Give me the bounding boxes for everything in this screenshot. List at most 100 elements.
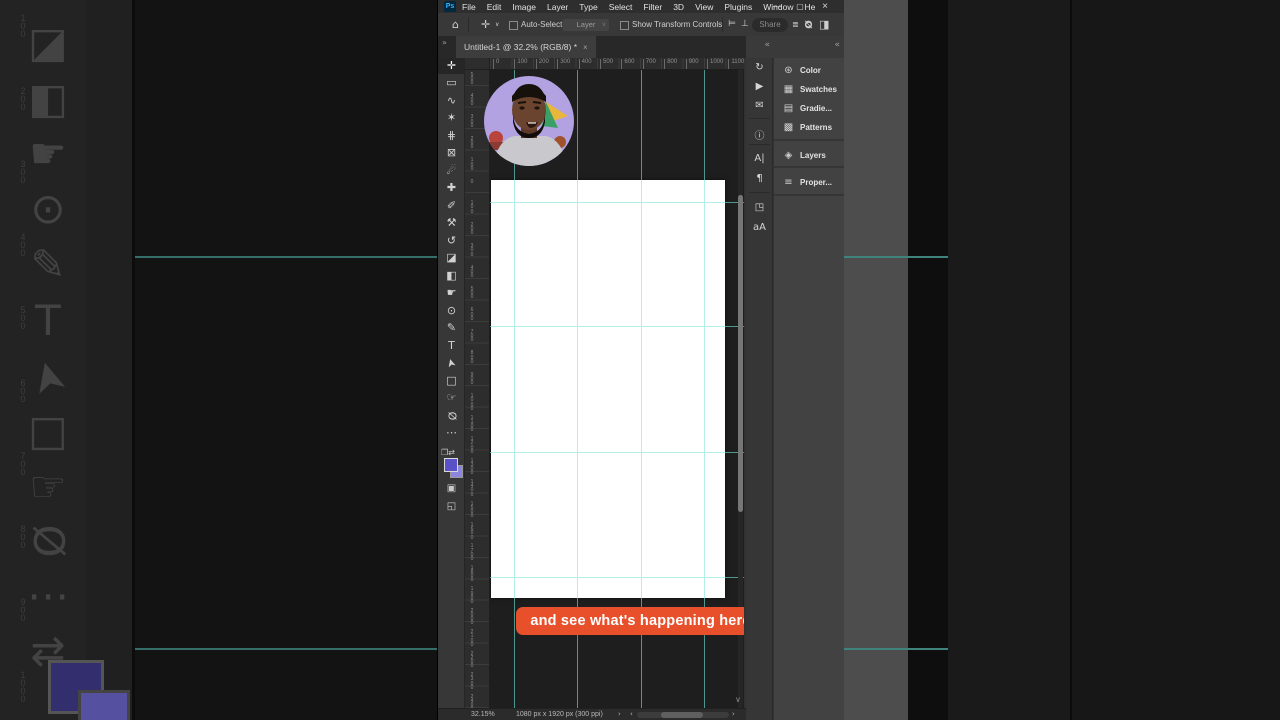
divider <box>749 144 770 145</box>
path-selection-tool[interactable]: ➤ <box>438 355 465 371</box>
status-expand-icon[interactable]: › <box>618 709 621 720</box>
minimize-button[interactable]: — <box>770 0 784 13</box>
swap-colors-icon[interactable]: ❒⇄ <box>441 448 455 457</box>
info-icon[interactable]: ⓘ <box>746 127 773 142</box>
h-ruler-label: 500 <box>600 59 613 69</box>
eyedropper-tool-icon: ☄ <box>446 163 457 177</box>
lasso-tool[interactable]: ∿ <box>438 93 465 109</box>
screen-mode-icon[interactable]: ◱ <box>438 501 465 512</box>
h-ruler-label: 1000 <box>707 59 723 69</box>
character-styles-icon[interactable]: ◳ <box>746 202 773 213</box>
show-transform-checkbox[interactable] <box>620 21 629 30</box>
menu-type[interactable]: Type <box>579 2 597 12</box>
v-ruler-label: 2 2 0 0 <box>470 650 474 670</box>
photoshop-logo[interactable]: Ps <box>444 1 456 12</box>
close-button[interactable]: × <box>818 0 832 13</box>
v-ruler-label: 9 0 0 <box>470 371 474 387</box>
scroll-left-icon[interactable]: ‹ <box>630 709 633 720</box>
v-ruler-label: 2 0 0 <box>470 135 474 151</box>
document-canvas[interactable] <box>491 180 725 598</box>
panel-tab-swatches[interactable]: ▦ Swatches <box>774 80 844 99</box>
healing-brush-tool-icon: ✚ <box>446 181 457 195</box>
character-icon[interactable]: A| <box>746 153 773 164</box>
maximize-button[interactable]: ▢ <box>793 0 807 13</box>
edit-toolbar[interactable]: ⋯ <box>438 425 465 441</box>
smudge-tool[interactable]: ☛ <box>438 285 465 301</box>
crop-tool[interactable]: ⋕ <box>438 128 465 144</box>
dock-header-panels: « <box>774 36 844 59</box>
hand-tool[interactable]: ☞ <box>438 390 465 406</box>
gradient-tool[interactable]: ◧ <box>438 268 465 284</box>
eraser-tool[interactable]: ◪ <box>438 250 465 266</box>
menu-3d[interactable]: 3D <box>673 2 684 12</box>
panel-tab-properties[interactable]: ≡ Proper... <box>774 173 844 192</box>
glyphs-icon[interactable]: aA <box>746 222 773 233</box>
move-tool-icon[interactable]: ✛ <box>481 13 490 36</box>
tab-overflow-icon[interactable]: » <box>442 38 447 47</box>
v-ruler-label: 0 <box>470 178 474 185</box>
scroll-right-icon[interactable]: › <box>732 709 735 720</box>
guide-horizontal <box>491 576 725 578</box>
menu-image[interactable]: Image <box>512 2 536 12</box>
paragraph-icon[interactable]: ¶ <box>746 173 773 184</box>
pen-tool[interactable]: ✎ <box>438 320 465 336</box>
crop-tool-icon: ⋕ <box>446 128 457 142</box>
v-ruler-label: 1 8 0 0 <box>470 564 474 584</box>
menu-layer[interactable]: Layer <box>547 2 568 12</box>
brush-tool[interactable]: ✐ <box>438 198 465 214</box>
tab-close-icon[interactable]: × <box>583 43 588 52</box>
v-ruler-label: 1 0 0 <box>470 200 474 215</box>
vertical-scrollbar-thumb[interactable] <box>738 195 743 512</box>
align-left-icon[interactable]: ⊨ <box>728 13 736 36</box>
v-ruler-label: 1 4 0 0 <box>470 479 474 498</box>
menu-filter[interactable]: Filter <box>643 2 662 12</box>
object-selection-tool[interactable]: ✶ <box>438 110 465 126</box>
dodge-tool[interactable]: ⊙ <box>438 303 465 319</box>
panel-tab-patterns[interactable]: ▩ Patterns <box>774 118 844 137</box>
zoom-tool[interactable]: Ø <box>438 408 465 424</box>
zoom-level[interactable]: 32.15% <box>471 709 495 720</box>
background-ruler-number: 8 0 0 <box>20 524 26 550</box>
workspace-icon[interactable]: ◨ <box>819 13 829 36</box>
history-brush-tool[interactable]: ↺ <box>438 233 465 249</box>
search-icon[interactable]: Ø <box>796 20 819 29</box>
eyedropper-tool[interactable]: ☄ <box>438 163 465 179</box>
actions-icon[interactable]: ▶ <box>746 81 773 92</box>
notes-icon[interactable]: ✉ <box>746 100 773 111</box>
guide-vertical <box>704 180 705 598</box>
panel-tab-layers[interactable]: ◈ Layers <box>774 146 844 165</box>
align-center-icon[interactable]: ⊥ <box>741 13 749 36</box>
background-guide-line <box>135 648 437 650</box>
foreground-color-swatch[interactable] <box>444 458 458 472</box>
menu-plugins[interactable]: Plugins <box>724 2 752 12</box>
v-ruler-label: 2 0 0 <box>470 221 474 237</box>
menu-select[interactable]: Select <box>609 2 633 12</box>
rectangle-tool[interactable]: □ <box>438 373 465 389</box>
document-tab[interactable]: Untitled-1 @ 32.2% (RGB/8) * × <box>456 36 596 58</box>
move-tool[interactable]: ✛ <box>438 58 465 74</box>
panel-tab-color[interactable]: ⊛ Color <box>774 61 844 80</box>
dock-header-icons: « <box>746 36 774 59</box>
horizontal-scrollbar[interactable] <box>637 712 729 718</box>
menu-view[interactable]: View <box>695 2 713 12</box>
collapse-panels-icon[interactable]: « <box>834 40 840 50</box>
layer-dropdown[interactable]: Layer ∨ <box>563 19 609 31</box>
quick-mask-icon[interactable]: ▣ <box>438 483 465 494</box>
h-ruler-label: 300 <box>557 59 570 69</box>
history-icon[interactable]: ↻ <box>746 62 773 73</box>
share-button[interactable]: Share <box>752 18 788 32</box>
marquee-tool[interactable]: ▭ <box>438 75 465 91</box>
menu-edit[interactable]: Edit <box>487 2 502 12</box>
frame-tool[interactable]: ⊠ <box>438 145 465 161</box>
menu-file[interactable]: File <box>462 2 476 12</box>
clone-stamp-tool[interactable]: ⚒ <box>438 215 465 231</box>
horizontal-scrollbar-thumb[interactable] <box>661 712 703 718</box>
chevron-down-icon[interactable]: ∨ <box>495 13 499 36</box>
scroll-down-icon[interactable]: ∨ <box>735 695 741 704</box>
healing-brush-tool[interactable]: ✚ <box>438 180 465 196</box>
auto-select-checkbox[interactable] <box>509 21 518 30</box>
panel-tab-gradients[interactable]: ▤ Gradie... <box>774 99 844 118</box>
collapse-panels-icon[interactable]: « <box>764 40 770 50</box>
type-tool[interactable]: T <box>438 338 465 354</box>
home-icon[interactable]: ⌂ <box>452 13 459 36</box>
